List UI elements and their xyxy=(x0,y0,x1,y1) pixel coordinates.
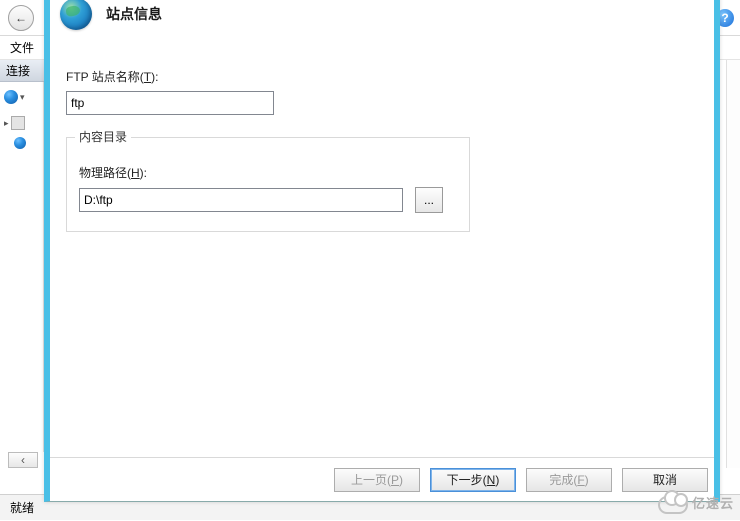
actions-pane-edge xyxy=(726,60,740,468)
browse-button[interactable]: ... xyxy=(415,187,443,213)
tree-sites-node[interactable] xyxy=(14,134,39,152)
help-icon: ? xyxy=(721,11,728,25)
menu-file[interactable]: 文件 xyxy=(10,39,34,56)
back-button[interactable]: ← xyxy=(8,5,34,31)
tree-server-node[interactable]: ▸ xyxy=(4,114,39,132)
physical-path-label: 物理路径(H): xyxy=(79,164,457,181)
wizard-body: FTP 站点名称(T): 内容目录 物理路径(H): ... xyxy=(50,34,714,232)
content-directory-group: 内容目录 物理路径(H): ... xyxy=(66,137,470,232)
status-text: 就绪 xyxy=(10,501,34,515)
chevron-left-icon: ‹ xyxy=(21,453,25,467)
wizard-title: 站点信息 xyxy=(106,4,162,24)
site-name-input[interactable] xyxy=(66,91,274,115)
physical-path-input[interactable] xyxy=(79,188,403,212)
globe-icon xyxy=(4,90,18,104)
back-arrow-icon: ← xyxy=(15,11,27,25)
connections-tree: ▾ ▸ xyxy=(0,82,44,452)
wizard-footer: 上一页(P) 下一步(N) 完成(F) 取消 xyxy=(50,457,714,501)
site-name-field: FTP 站点名称(T): xyxy=(66,68,698,115)
physical-path-row: ... xyxy=(79,187,457,213)
finish-button: 完成(F) xyxy=(526,468,612,492)
horizontal-scroll-left[interactable]: ‹ xyxy=(8,452,38,468)
server-icon xyxy=(11,116,25,130)
add-ftp-site-wizard: 站点信息 FTP 站点名称(T): 内容目录 物理路径(H): ... 上一页(… xyxy=(44,0,720,502)
dropdown-icon: ▾ xyxy=(20,92,25,103)
wizard-header: 站点信息 xyxy=(50,0,714,34)
expand-icon: ▸ xyxy=(4,118,9,129)
site-name-label: FTP 站点名称(T): xyxy=(66,68,698,85)
connections-panel-header: 连接 xyxy=(0,60,44,82)
tree-start-page[interactable]: ▾ xyxy=(4,88,39,106)
ellipsis-icon: ... xyxy=(424,193,434,207)
previous-button: 上一页(P) xyxy=(334,468,420,492)
next-button[interactable]: 下一步(N) xyxy=(430,468,516,492)
content-directory-legend: 内容目录 xyxy=(75,128,131,145)
globe-icon xyxy=(60,0,92,30)
cancel-button[interactable]: 取消 xyxy=(622,468,708,492)
site-icon xyxy=(14,137,26,149)
